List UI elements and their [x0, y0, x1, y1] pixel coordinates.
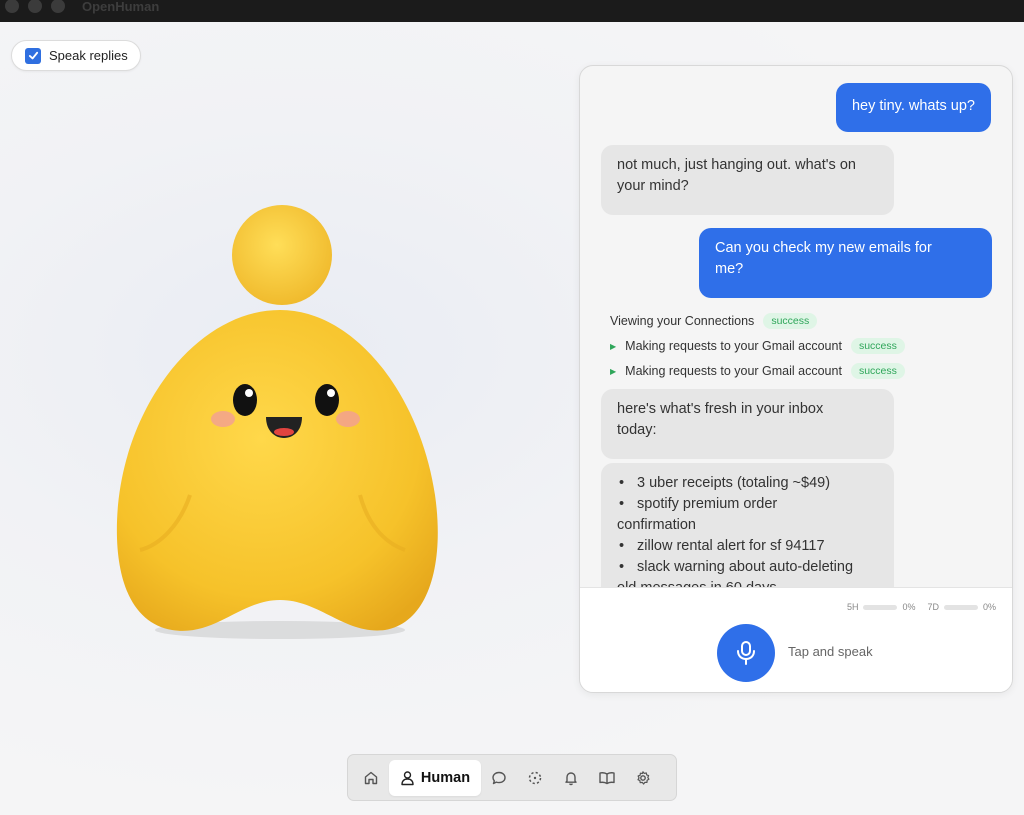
mascot-head	[232, 205, 332, 305]
message-list[interactable]: hey tiny. whats up? not much, just hangi…	[580, 66, 1012, 587]
person-icon	[401, 770, 414, 785]
mascot-body	[116, 310, 438, 631]
microphone-icon	[737, 641, 755, 665]
user-message: hey tiny. whats up?	[835, 83, 991, 132]
usage-bar	[943, 604, 978, 610]
tool-call-row[interactable]: ▶ Making requests to your Gmail account …	[610, 361, 905, 381]
message-line: here's what's fresh in your inbox	[617, 401, 824, 417]
bell-icon	[565, 771, 577, 785]
home-icon	[364, 771, 378, 784]
usage-label: 7D	[927, 602, 939, 612]
bottom-nav: Human	[347, 754, 677, 801]
assistant-message: here's what's fresh in your inbox today:	[601, 389, 894, 459]
nav-human-label: Human	[420, 769, 471, 786]
nav-library[interactable]	[589, 760, 625, 796]
usage-7d: 7D 0%	[927, 602, 996, 612]
list-item: spotify premium orderconfirmation	[617, 494, 878, 536]
chat-bubble-icon	[492, 771, 506, 784]
mascot-avatar	[116, 205, 438, 639]
check-icon	[28, 51, 38, 60]
mascot-left-eye	[233, 384, 257, 416]
assistant-message: not much, just hanging out. what's on yo…	[601, 145, 894, 215]
chat-panel: hey tiny. whats up? not much, just hangi…	[579, 65, 1013, 693]
dotted-circle-icon	[528, 771, 542, 784]
window-minimize-button[interactable]	[28, 0, 42, 13]
tap-and-speak-label: Tap and speak	[788, 644, 873, 659]
tool-call-row[interactable]: ▶ Making requests to your Gmail account …	[610, 336, 905, 356]
usage-value: 0%	[982, 602, 996, 612]
speak-replies-checkbox[interactable]	[25, 47, 41, 64]
nav-activity[interactable]	[517, 760, 553, 796]
list-item: 3 uber receipts (totaling ~$49)	[617, 473, 878, 494]
usage-5h: 5H 0%	[847, 602, 916, 612]
nav-notifications[interactable]	[553, 760, 589, 796]
message-line: not much, just hanging out. what's on	[617, 157, 856, 173]
tool-call-label: Viewing your Connections	[610, 314, 755, 328]
expand-arrow-icon[interactable]: ▶	[610, 367, 616, 376]
speak-replies-toggle[interactable]: Speak replies	[11, 40, 141, 71]
message-line: Can you check my new emails for	[715, 240, 932, 256]
nav-home[interactable]	[353, 760, 389, 796]
tool-call-label: Making requests to your Gmail account	[625, 339, 842, 353]
status-badge: success	[850, 338, 905, 354]
message-line: today:	[617, 422, 657, 438]
message-line: your mind?	[617, 178, 689, 194]
window-title: OpenHuman	[82, 0, 160, 14]
message-line: me?	[715, 261, 744, 277]
window-close-button[interactable]	[5, 0, 19, 13]
speak-replies-label: Speak replies	[49, 48, 128, 63]
nav-human[interactable]: Human	[389, 759, 481, 796]
usage-bar	[863, 604, 898, 610]
usage-value: 0%	[902, 602, 916, 612]
nav-chat[interactable]	[481, 760, 517, 796]
usage-label: 5H	[846, 602, 859, 612]
assistant-message: 3 uber receipts (totaling ~$49) spotify …	[601, 463, 894, 587]
status-badge: success	[763, 313, 818, 329]
expand-arrow-icon[interactable]: ▶	[610, 342, 616, 351]
list-item: zillow rental alert for sf 94117	[617, 536, 878, 557]
book-icon	[599, 771, 615, 784]
tool-call-label: Making requests to your Gmail account	[625, 364, 842, 378]
microphone-button[interactable]	[717, 624, 775, 682]
list-item: slack warning about auto-deletingold mes…	[617, 557, 878, 587]
usage-meters: 5H 0% 7D 0%	[841, 602, 996, 612]
user-message: Can you check my new emails for me?	[699, 228, 992, 298]
inbox-summary-list: 3 uber receipts (totaling ~$49) spotify …	[617, 473, 878, 587]
window-zoom-button[interactable]	[51, 0, 65, 13]
status-badge: success	[850, 363, 905, 379]
title-bar: OpenHuman	[0, 0, 1024, 22]
voice-footer: 5H 0% 7D 0% Tap and speak	[580, 587, 1012, 692]
gear-icon	[637, 770, 650, 785]
mascot-right-eye	[315, 384, 339, 416]
nav-settings[interactable]	[625, 760, 661, 796]
tool-call-row: Viewing your Connections success	[610, 311, 818, 331]
